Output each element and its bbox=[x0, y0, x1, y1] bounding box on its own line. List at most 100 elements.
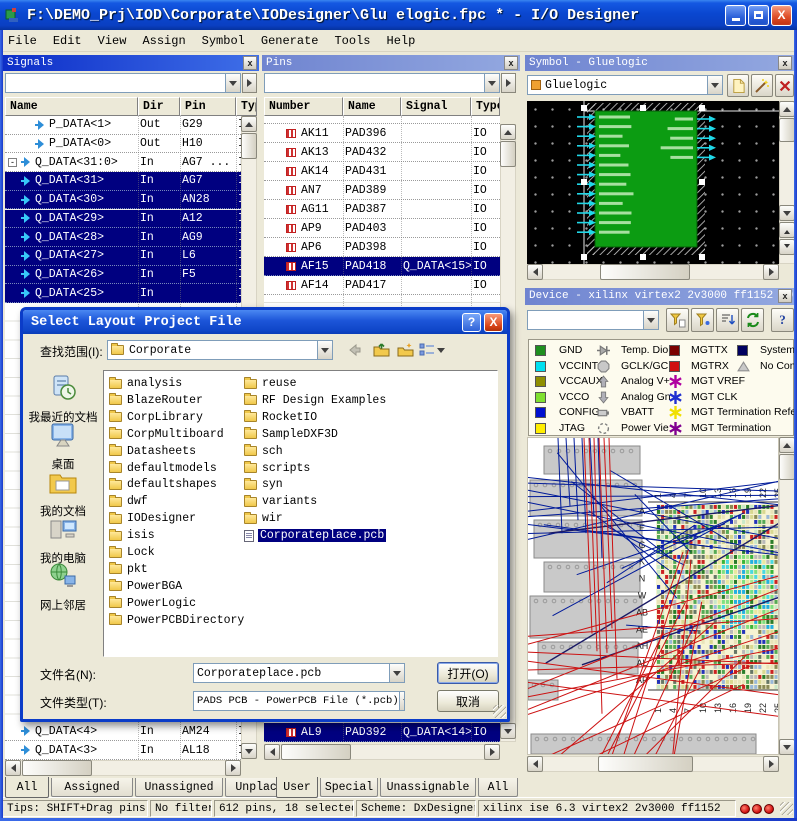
folder-item[interactable]: sch bbox=[244, 444, 283, 459]
folder-item[interactable]: RF Design Examples bbox=[244, 393, 386, 408]
pin-row[interactable]: AG11PAD387IO bbox=[264, 200, 500, 219]
selected-file-item[interactable]: Corporateplace.pcb bbox=[244, 528, 386, 543]
symbol-scroll-right[interactable] bbox=[763, 264, 779, 280]
back-button[interactable] bbox=[343, 340, 364, 360]
folder-item[interactable]: PowerPCBDirectory bbox=[109, 613, 244, 628]
symbol-combo-dropdown[interactable] bbox=[707, 76, 722, 94]
folder-item[interactable]: pkt bbox=[109, 562, 148, 577]
pins-combo[interactable] bbox=[264, 73, 500, 93]
pins-hscroll-right[interactable] bbox=[484, 744, 500, 760]
signals-combo-dropdown[interactable] bbox=[225, 74, 240, 92]
column-header-pin[interactable]: Pin bbox=[180, 97, 236, 116]
menu-item-file[interactable]: File bbox=[0, 31, 45, 51]
symbol-scroll-left[interactable] bbox=[527, 264, 543, 280]
folder-item[interactable]: scripts bbox=[244, 461, 310, 476]
open-button[interactable]: 打开(O) bbox=[437, 662, 499, 684]
pin-row[interactable]: AF15PAD418Q_DATA<15>IO bbox=[264, 257, 500, 276]
pins-scroll-down[interactable] bbox=[500, 723, 516, 739]
device-scroll-down[interactable] bbox=[779, 739, 795, 755]
pin-row[interactable]: AP9PAD403IO bbox=[264, 219, 500, 238]
pin-row[interactable]: AF14PAD417IO bbox=[264, 276, 500, 295]
file-type-combo[interactable]: PADS PCB - PowerPCB File (*.pcb) bbox=[193, 691, 405, 711]
signals-hscroll-right[interactable] bbox=[225, 760, 241, 776]
dialog-close-button[interactable]: X bbox=[484, 313, 503, 332]
pins-combo-dropdown[interactable] bbox=[484, 74, 499, 92]
dialog-resize-grip[interactable] bbox=[493, 705, 506, 718]
tab-unassignable[interactable]: Unassignable bbox=[380, 778, 476, 797]
pin-row[interactable]: AL9PAD392Q_DATA<14>IO bbox=[264, 723, 500, 742]
device-scroll-left[interactable] bbox=[527, 756, 543, 772]
folder-item[interactable]: analysis bbox=[109, 376, 182, 391]
symbol-wizard-button[interactable] bbox=[751, 74, 773, 97]
pins-scroll-up[interactable] bbox=[500, 124, 516, 140]
window-resize-grip[interactable] bbox=[780, 802, 793, 815]
folder-item[interactable]: defaultmodels bbox=[109, 461, 217, 476]
signals-hscroll-left[interactable] bbox=[5, 760, 21, 776]
device-close-icon[interactable]: x bbox=[778, 289, 792, 303]
dialog-help-button[interactable]: ? bbox=[462, 313, 481, 332]
folder-item[interactable]: isis bbox=[109, 528, 155, 543]
symbol-hscroll-thumb[interactable] bbox=[600, 264, 690, 280]
folder-item[interactable]: SampleDXF3D bbox=[244, 427, 338, 442]
menu-item-view[interactable]: View bbox=[90, 31, 135, 51]
symbol-combo[interactable]: Gluelogic bbox=[527, 75, 723, 95]
folder-item[interactable]: CorpLibrary bbox=[109, 410, 203, 425]
device-combo-dropdown[interactable] bbox=[643, 311, 658, 329]
pin-row[interactable]: AK11PAD396IO bbox=[264, 124, 500, 143]
folder-item[interactable]: IODesigner bbox=[109, 511, 196, 526]
signal-row[interactable]: Q_DATA<27>InL6IO bbox=[5, 247, 241, 266]
signals-combo-expand-button[interactable] bbox=[242, 73, 257, 93]
tab-assigned[interactable]: Assigned bbox=[51, 778, 133, 797]
tab-all[interactable]: All bbox=[5, 777, 49, 798]
pin-row[interactable]: AP6PAD398IO bbox=[264, 238, 500, 257]
device-hscroll-thumb[interactable] bbox=[598, 756, 693, 772]
pins-hscroll-left[interactable] bbox=[264, 744, 280, 760]
folder-item[interactable]: syn bbox=[244, 477, 283, 492]
up-one-level-button[interactable] bbox=[370, 340, 392, 360]
device-scroll-right[interactable] bbox=[763, 756, 779, 772]
symbol-close-icon[interactable]: x bbox=[778, 56, 792, 70]
menu-item-help[interactable]: Help bbox=[379, 31, 424, 51]
place-item[interactable]: 桌面 bbox=[26, 420, 100, 472]
signal-row[interactable]: Q_DATA<25>InIO bbox=[5, 284, 241, 303]
menu-item-generate[interactable]: Generate bbox=[253, 31, 327, 51]
device-filter-combo[interactable] bbox=[527, 310, 659, 330]
menu-item-assign[interactable]: Assign bbox=[134, 31, 193, 51]
close-button[interactable]: X bbox=[771, 5, 792, 26]
tab-unassigned[interactable]: Unassigned bbox=[135, 778, 223, 797]
symbol-vscroll-thumb[interactable] bbox=[779, 118, 795, 142]
minimize-button[interactable] bbox=[725, 5, 746, 26]
look-in-combo[interactable]: Corporate bbox=[107, 340, 333, 360]
sort-button[interactable] bbox=[716, 308, 739, 332]
bga-device-view[interactable]: 114477101013131616191922222525AEGKNWABAE… bbox=[527, 437, 779, 755]
new-symbol-button[interactable] bbox=[727, 74, 749, 97]
folder-item[interactable]: RocketIO bbox=[244, 410, 317, 425]
signals-vscroll-thumb[interactable] bbox=[241, 133, 257, 159]
signals-vscroll-up[interactable] bbox=[241, 116, 257, 132]
column-header-dir[interactable]: Dir bbox=[138, 97, 180, 116]
file-list[interactable]: analysisBlazeRouterCorpLibraryCorpMultib… bbox=[103, 370, 498, 657]
file-type-dropdown[interactable] bbox=[399, 692, 405, 710]
folder-item[interactable]: reuse bbox=[244, 376, 297, 391]
collapse-icon[interactable]: - bbox=[8, 158, 17, 167]
folder-item[interactable]: variants bbox=[244, 494, 317, 509]
delete-symbol-button[interactable] bbox=[775, 74, 794, 97]
signals-vscroll-down[interactable] bbox=[241, 743, 257, 759]
column-header-name[interactable]: Name bbox=[343, 97, 401, 116]
folder-item[interactable]: PowerBGA bbox=[109, 579, 182, 594]
signal-row[interactable]: P_DATA<1>OutG29IO bbox=[5, 116, 241, 135]
signal-row[interactable]: -Q_DATA<31:0>InAG7 ...IO bbox=[5, 153, 241, 172]
column-header-name[interactable]: Name bbox=[5, 97, 138, 116]
signal-row[interactable]: Q_DATA<4>InAM24IO bbox=[5, 723, 241, 742]
tab-user[interactable]: User bbox=[276, 777, 318, 798]
signal-row[interactable]: Q_DATA<31>InAG7IO bbox=[5, 172, 241, 191]
filter-pins-button[interactable] bbox=[666, 308, 689, 332]
look-in-dropdown[interactable] bbox=[317, 341, 332, 359]
folder-item[interactable]: Lock bbox=[109, 545, 155, 560]
signal-row[interactable]: Q_DATA<26>InF5IO bbox=[5, 266, 241, 285]
column-header-type[interactable]: Type bbox=[236, 97, 257, 116]
signals-hscroll-thumb[interactable] bbox=[22, 760, 92, 776]
symbol-zoom-in-button[interactable] bbox=[779, 222, 795, 238]
symbol-canvas[interactable] bbox=[527, 101, 779, 264]
signal-row[interactable]: Q_DATA<28>InAG9IO bbox=[5, 228, 241, 247]
